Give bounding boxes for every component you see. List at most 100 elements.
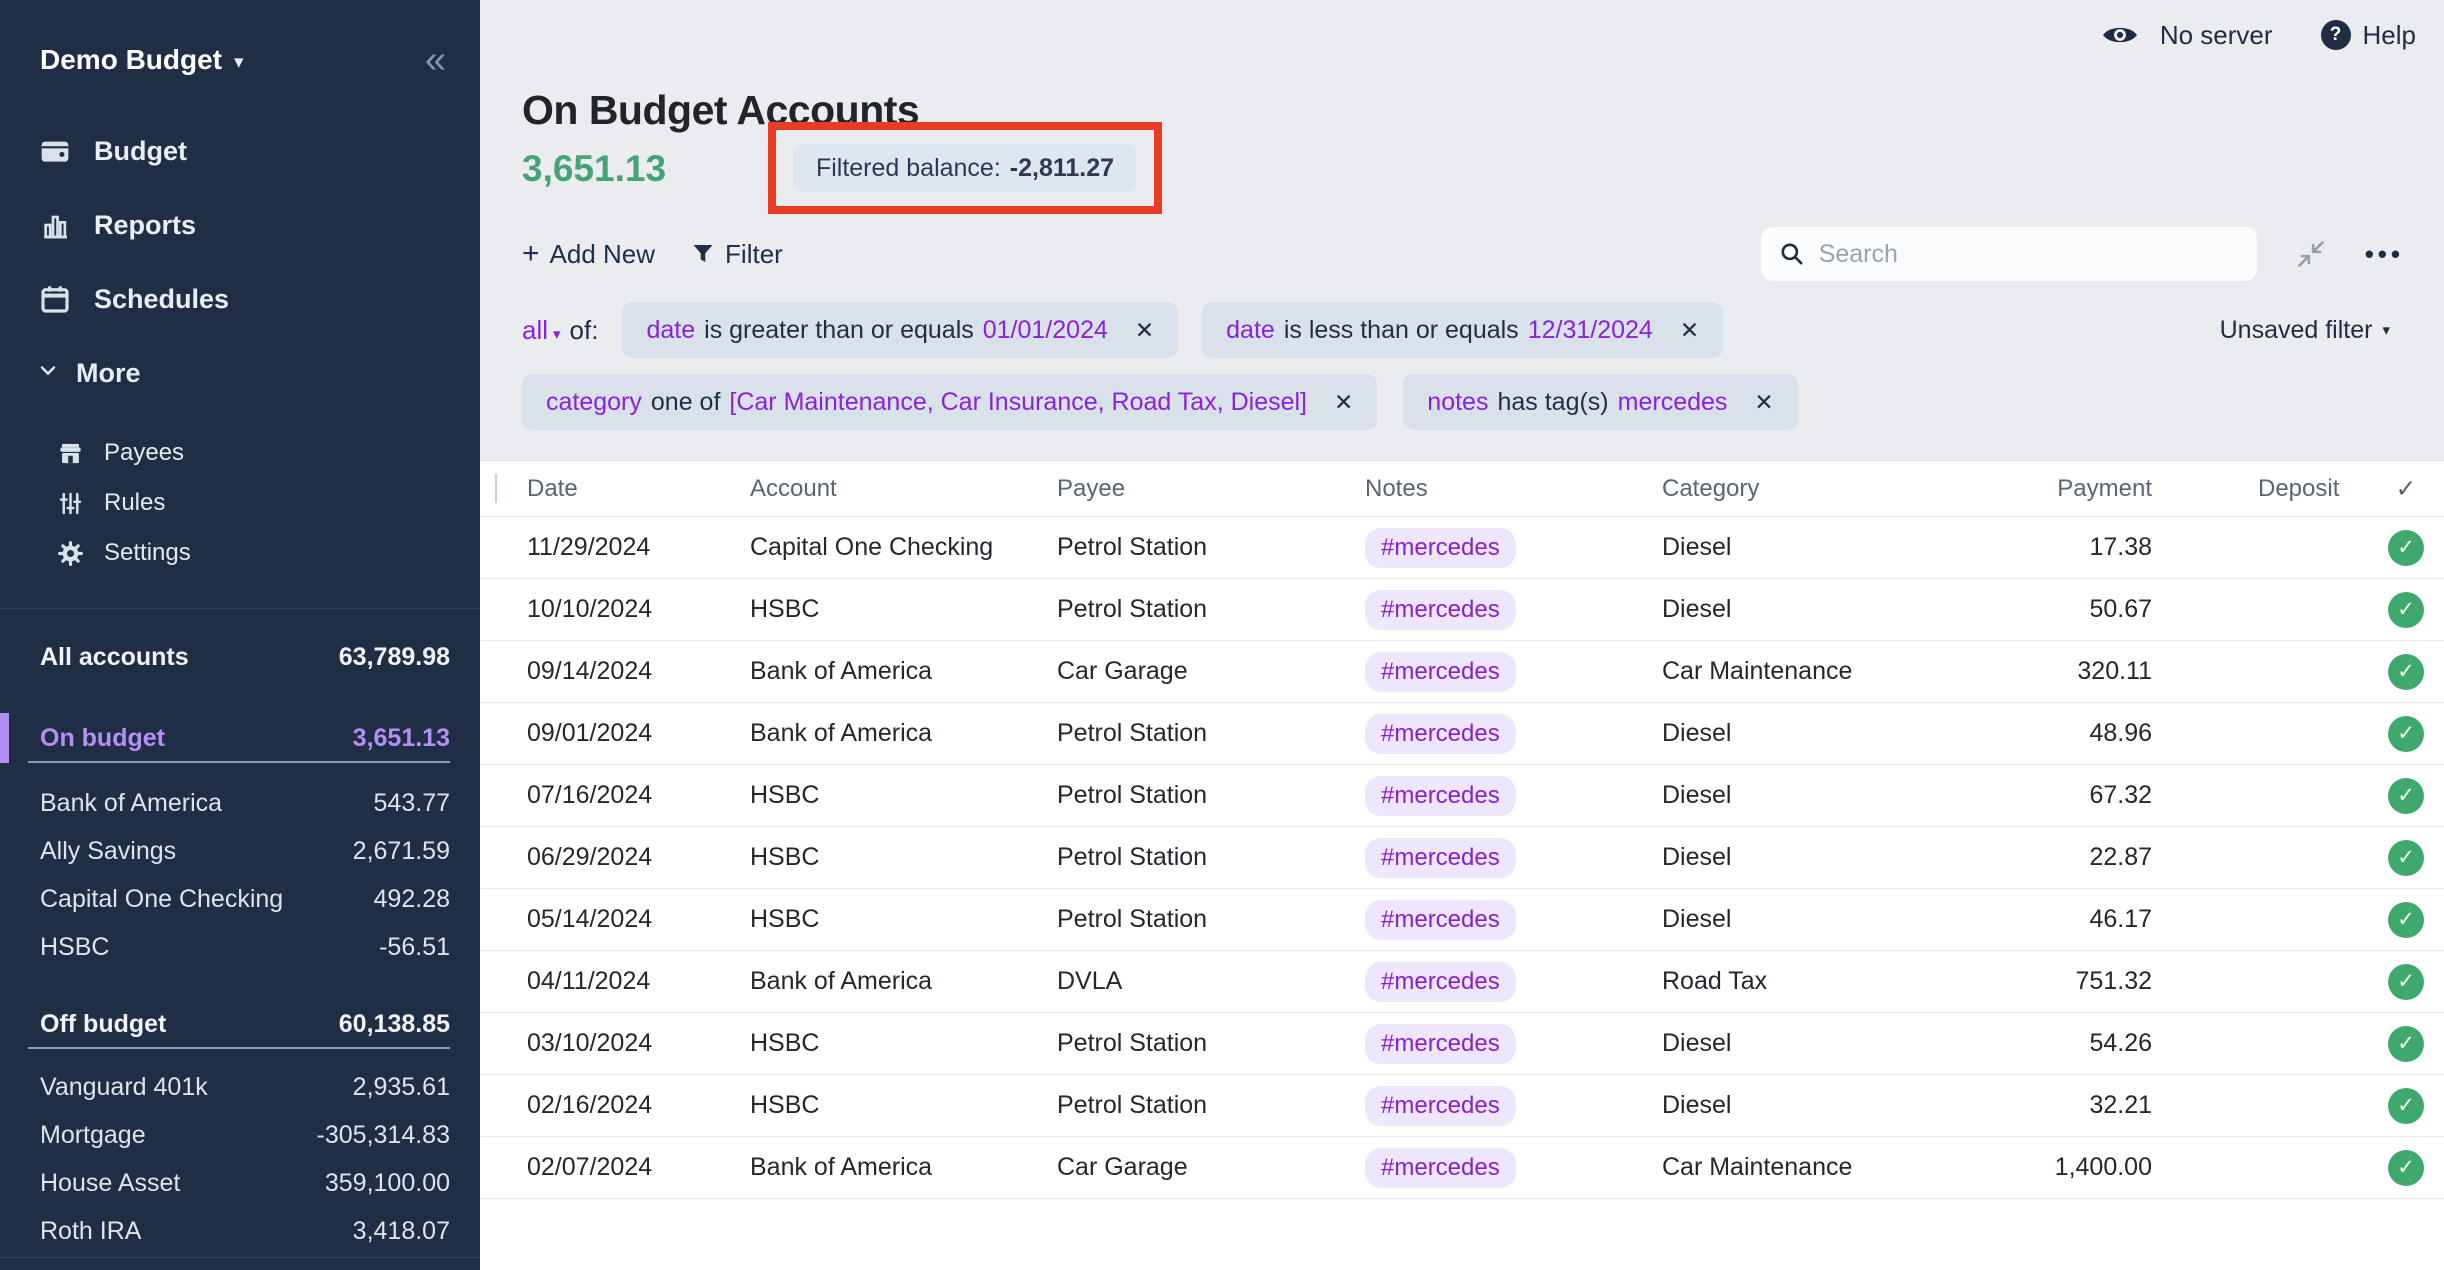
filtered-balance-pill: Filtered balance: -2,811.27 [794,144,1136,192]
transaction-row[interactable]: 06/29/2024 HSBC Petrol Station #mercedes… [480,827,2444,889]
cleared-check-icon[interactable]: ✓ [2388,592,2424,628]
remove-filter-button[interactable]: ✕ [1680,317,1699,344]
transaction-row[interactable]: 11/29/2024 Capital One Checking Petrol S… [480,517,2444,579]
filter-op: one of [651,388,721,417]
transactions-table: Date Account Payee Notes Category Paymen… [480,460,2444,1270]
question-icon: ? [2321,20,2351,50]
remove-filter-button[interactable]: ✕ [1754,389,1773,416]
cell-category: Diesel [1662,843,1982,872]
funnel-icon [691,242,715,266]
transaction-row[interactable]: 09/14/2024 Bank of America Car Garage #m… [480,641,2444,703]
search-input[interactable] [1761,227,2257,281]
sidebar-item-reports[interactable]: Reports [38,198,480,252]
cleared-check-icon[interactable]: ✓ [2388,902,2424,938]
cell-payee: Car Garage [1057,1153,1365,1182]
privacy-eye-icon[interactable] [2102,22,2138,48]
help-button[interactable]: ? Help [2321,20,2416,51]
cleared-check-icon[interactable]: ✓ [2388,530,2424,566]
account-row[interactable]: Ally Savings 2,671.59 [28,827,450,875]
cell-notes: #mercedes [1365,900,1662,940]
transaction-row[interactable]: 10/10/2024 HSBC Petrol Station #mercedes… [480,579,2444,641]
transaction-row[interactable]: 02/07/2024 Bank of America Car Garage #m… [480,1137,2444,1199]
cleared-check-icon[interactable]: ✓ [2388,1026,2424,1062]
cleared-check-icon[interactable]: ✓ [2388,1150,2424,1186]
app-root: Demo Budget ▾ « Budget Reports [0,0,2444,1270]
note-tag: #mercedes [1365,900,1516,940]
transaction-row[interactable]: 07/16/2024 HSBC Petrol Station #mercedes… [480,765,2444,827]
cell-notes: #mercedes [1365,1024,1662,1064]
sidebar-item-settings[interactable]: Settings [56,528,480,578]
account-name: Capital One Checking [40,885,283,914]
sidebar-item-payees[interactable]: Payees [56,428,480,478]
unsaved-filter-menu[interactable]: Unsaved filter ▾ [2220,316,2390,345]
cell-account: Bank of America [750,719,1057,748]
help-label: Help [2363,20,2416,51]
transaction-row[interactable]: 03/10/2024 HSBC Petrol Station #mercedes… [480,1013,2444,1075]
cleared-check-icon[interactable]: ✓ [2388,964,2424,1000]
cell-payment: 32.21 [1982,1091,2152,1120]
chevron-down-icon: ▾ [553,326,561,343]
cleared-check-icon[interactable]: ✓ [2388,840,2424,876]
cell-category: Diesel [1662,905,1982,934]
cell-payee: Petrol Station [1057,781,1365,810]
sidebar: Demo Budget ▾ « Budget Reports [0,0,480,1270]
transaction-row[interactable]: 02/16/2024 HSBC Petrol Station #mercedes… [480,1075,2444,1137]
filter-value: 12/31/2024 [1528,316,1653,345]
account-name: Roth IRA [40,1217,141,1246]
add-new-button[interactable]: + Add New [522,237,655,271]
account-row[interactable]: Bank of America 543.77 [28,779,450,827]
remove-filter-button[interactable]: ✕ [1334,389,1353,416]
cell-date: 02/07/2024 [527,1153,750,1182]
cell-account: Bank of America [750,1153,1057,1182]
cell-payee: DVLA [1057,967,1365,996]
server-status-button[interactable]: No server [2160,20,2273,51]
sidebar-collapse-button[interactable]: « [425,41,446,79]
filter-field: notes [1427,388,1488,417]
cell-category: Diesel [1662,533,1982,562]
budget-switcher[interactable]: Demo Budget ▾ [40,44,244,76]
sidebar-item-rules[interactable]: Rules [56,478,480,528]
select-all-checkbox[interactable] [495,474,497,503]
conjunction-select[interactable]: all▾ [522,315,561,346]
filtered-balance-label: Filtered balance: [816,154,1001,183]
cell-category: Road Tax [1662,967,1982,996]
account-row[interactable]: Capital One Checking 492.28 [28,875,450,923]
account-name: Bank of America [40,789,222,818]
main-content: No server ? Help On Budget Accounts 3,65… [480,0,2444,1270]
account-row[interactable]: House Asset 359,100.00 [28,1159,450,1207]
account-group-value: 3,651.13 [353,724,450,753]
sidebar-item-schedules[interactable]: Schedules [38,272,480,326]
cleared-check-icon[interactable]: ✓ [2388,1088,2424,1124]
off-budget-row[interactable]: Off budget 60,138.85 [28,1001,450,1049]
sidebar-item-label: Reports [94,210,196,241]
cell-notes: #mercedes [1365,652,1662,692]
transaction-row[interactable]: 05/14/2024 HSBC Petrol Station #mercedes… [480,889,2444,951]
more-options-button[interactable]: ••• [2365,239,2404,270]
transaction-row[interactable]: 04/11/2024 Bank of America DVLA #mercede… [480,951,2444,1013]
account-row[interactable]: HSBC -56.51 [28,923,450,971]
collapse-transactions-icon[interactable] [2293,236,2329,272]
cell-date: 05/14/2024 [527,905,750,934]
note-tag: #mercedes [1365,714,1516,754]
sidebar-more-toggle[interactable]: More [0,346,480,400]
table-header-row: Date Account Payee Notes Category Paymen… [480,461,2444,517]
sidebar-item-budget[interactable]: Budget [38,124,480,178]
transaction-row[interactable]: 09/01/2024 Bank of America Petrol Statio… [480,703,2444,765]
account-name: Mortgage [40,1121,146,1150]
account-row[interactable]: Mortgage -305,314.83 [28,1111,450,1159]
remove-filter-button[interactable]: ✕ [1135,317,1154,344]
cleared-check-icon[interactable]: ✓ [2388,778,2424,814]
cell-category: Diesel [1662,1091,1982,1120]
all-accounts-row[interactable]: All accounts 63,789.98 [28,633,450,681]
on-budget-row[interactable]: On budget 3,651.13 [28,715,450,763]
cell-date: 06/29/2024 [527,843,750,872]
account-row[interactable]: Roth IRA 3,418.07 [28,1207,450,1255]
note-tag: #mercedes [1365,838,1516,878]
cleared-check-icon[interactable]: ✓ [2388,654,2424,690]
account-group-value: 60,138.85 [339,1010,450,1039]
filter-button[interactable]: Filter [691,239,783,270]
account-row[interactable]: Vanguard 401k 2,935.61 [28,1063,450,1111]
cell-account: Bank of America [750,967,1057,996]
cleared-check-icon[interactable]: ✓ [2388,716,2424,752]
sliders-icon [56,490,84,517]
